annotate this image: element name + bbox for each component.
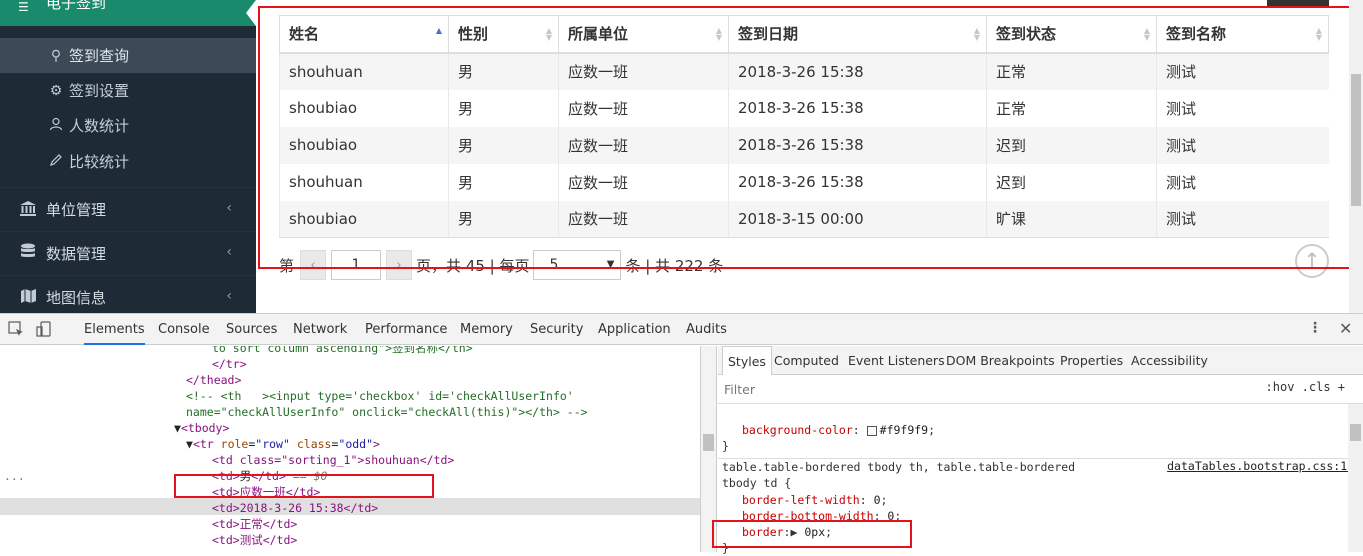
sidebar-item-data-management[interactable]: 数据管理 ‹ — [0, 231, 256, 275]
color-swatch[interactable] — [866, 425, 877, 436]
dom-line[interactable]: ▼<tr role="row" class="odd"> — [186, 436, 380, 452]
database-icon — [16, 243, 40, 264]
expand-triangle-icon[interactable]: ▼ — [186, 437, 193, 451]
annotation-box-table — [258, 6, 1363, 269]
sidebar-item-label: 数据管理 — [46, 245, 107, 263]
css-source-link[interactable]: dataTables.bootstrap.css:110 — [1167, 459, 1361, 473]
sidebar-item-label: 签到查询 — [69, 47, 130, 65]
devtools-tabbar: Elements Console Sources Network Perform… — [0, 314, 1363, 345]
css-property: border-left-width — [742, 493, 860, 507]
tab-accessibility[interactable]: Accessibility — [1131, 346, 1208, 375]
tab-console[interactable]: Console — [158, 314, 210, 345]
close-icon[interactable]: ✕ — [1339, 319, 1352, 338]
sidebar-item-label: 单位管理 — [46, 201, 107, 219]
chevron-left-icon: ‹ — [226, 244, 232, 260]
dom-line[interactable]: ▼<tbody> — [174, 420, 229, 436]
scrollbar-thumb[interactable] — [703, 434, 714, 451]
dom-line[interactable]: <td class="sorting_1">shouhuan</td> — [212, 452, 454, 468]
bank-icon — [16, 200, 40, 220]
device-toolbar-icon[interactable] — [36, 321, 52, 341]
filter-tools[interactable]: :hov .cls + — [1266, 380, 1345, 394]
tab-styles[interactable]: Styles — [722, 346, 772, 375]
tab-computed[interactable]: Computed — [774, 346, 839, 375]
annotation-box-node — [174, 474, 434, 498]
dom-comment[interactable]: <!-- <th ><input type='checkbox' id='che… — [186, 388, 574, 404]
dom-line[interactable]: <td>正常</td> — [212, 516, 297, 532]
more-vertical-icon[interactable]: ⋮ — [1308, 320, 1322, 336]
pencil-icon — [46, 153, 66, 171]
tab-security[interactable]: Security — [530, 314, 583, 345]
tab-network[interactable]: Network — [293, 314, 347, 345]
tab-memory[interactable]: Memory — [460, 314, 513, 345]
dom-comment[interactable]: name="checkAllUserInfo" onclick="checkAl… — [186, 404, 588, 420]
dom-attr: class — [296, 437, 332, 451]
styles-pane: Styles Computed Event Listeners DOM Brea… — [712, 346, 1363, 555]
chevron-left-icon: ‹ — [226, 200, 232, 216]
css-brace: } — [722, 439, 729, 453]
devtools-panel: Elements Console Sources Network Perform… — [0, 313, 1363, 555]
scrollbar-thumb[interactable] — [1350, 424, 1361, 441]
sidebar-item-compare-stats[interactable]: 比较统计 — [0, 144, 256, 179]
gear-icon: ⚙ — [49, 82, 63, 99]
tab-dom-breakpoints[interactable]: DOM Breakpoints — [946, 346, 1055, 375]
sidebar-item-signin-query[interactable]: ⚲ 签到查询 — [0, 38, 256, 73]
dom-line[interactable]: <td>2018-3-26 15:38</td> — [212, 500, 378, 516]
dom-tag: <tr — [192, 437, 221, 451]
dom-tag-close: > — [373, 437, 380, 451]
dom-line[interactable]: to sort column ascending">签到名称</th> — [212, 346, 473, 356]
scrollbar-thumb[interactable] — [1351, 74, 1361, 206]
dom-line[interactable]: <td>测试</td> — [212, 532, 297, 548]
styles-filter[interactable]: Filter :hov .cls + — [718, 375, 1363, 404]
sidebar-item-label: 比较统计 — [69, 153, 130, 171]
filter-input[interactable]: Filter — [724, 382, 755, 397]
annotation-box-css — [712, 520, 912, 548]
styles-tabbar: Styles Computed Event Listeners DOM Brea… — [718, 346, 1363, 375]
sidebar-item-label: 人数统计 — [69, 117, 130, 135]
sidebar-group-e-signin[interactable]: ☰ 电子签到 — [0, 0, 256, 26]
sidebar-item-label: 地图信息 — [46, 289, 107, 307]
dom-line[interactable]: </thead> — [186, 372, 241, 388]
css-value: 0 — [873, 493, 881, 507]
active-indicator — [246, 0, 256, 26]
tab-elements[interactable]: Elements — [84, 314, 145, 345]
sidebar-item-headcount-stats[interactable]: 人数统计 — [0, 108, 256, 143]
css-declaration[interactable]: border-left-width: 0; — [742, 492, 887, 508]
dom-ellipsis[interactable]: ... — [4, 468, 25, 484]
dom-attr-value: "odd" — [338, 437, 374, 451]
inspect-element-icon[interactable] — [8, 321, 24, 341]
page-scrollbar[interactable] — [1349, 0, 1363, 313]
sidebar-item-signin-settings[interactable]: ⚙ 签到设置 — [0, 73, 256, 108]
tab-event-listeners[interactable]: Event Listeners — [848, 346, 945, 375]
css-selector[interactable]: tbody td { — [722, 475, 791, 491]
css-declaration[interactable]: background-color: #f9f9f9; — [742, 422, 935, 438]
tab-audits[interactable]: Audits — [686, 314, 727, 345]
tab-properties[interactable]: Properties — [1060, 346, 1123, 375]
dom-attr: role — [220, 437, 249, 451]
sidebar: ☰ 电子签到 ⚲ 签到查询 ⚙ 签到设置 人数统计 比较统计 单位管理 ‹ 数据… — [0, 0, 256, 313]
sidebar-item-label: 签到设置 — [69, 82, 130, 100]
css-value: #f9f9f9 — [879, 423, 929, 437]
tab-performance[interactable]: Performance — [365, 314, 447, 345]
app-window: ☰ 电子签到 ⚲ 签到查询 ⚙ 签到设置 人数统计 比较统计 单位管理 ‹ 数据… — [0, 0, 1363, 313]
css-property: background-color — [742, 423, 853, 437]
sidebar-item-unit-management[interactable]: 单位管理 ‹ — [0, 187, 256, 231]
user-icon — [46, 117, 66, 135]
tab-application[interactable]: Application — [598, 314, 671, 345]
dom-tag: <tbody> — [180, 421, 230, 435]
styles-scrollbar[interactable] — [1348, 404, 1363, 552]
dom-attr-value: "row" — [255, 437, 290, 451]
search-icon: ⚲ — [50, 47, 62, 64]
elements-dom-tree[interactable]: to sort column ascending">签到名称</th> </tr… — [0, 346, 700, 552]
tab-sources[interactable]: Sources — [226, 314, 277, 345]
sidebar-group-label: 电子签到 — [46, 0, 107, 12]
chevron-left-icon: ‹ — [226, 288, 232, 304]
dom-line[interactable]: </tr> — [212, 356, 247, 372]
list-icon: ☰ — [18, 0, 29, 14]
css-selector[interactable]: table.table-bordered tbody th, table.tab… — [722, 459, 1075, 475]
map-icon — [16, 288, 40, 308]
expand-triangle-icon[interactable]: ▼ — [174, 421, 181, 435]
